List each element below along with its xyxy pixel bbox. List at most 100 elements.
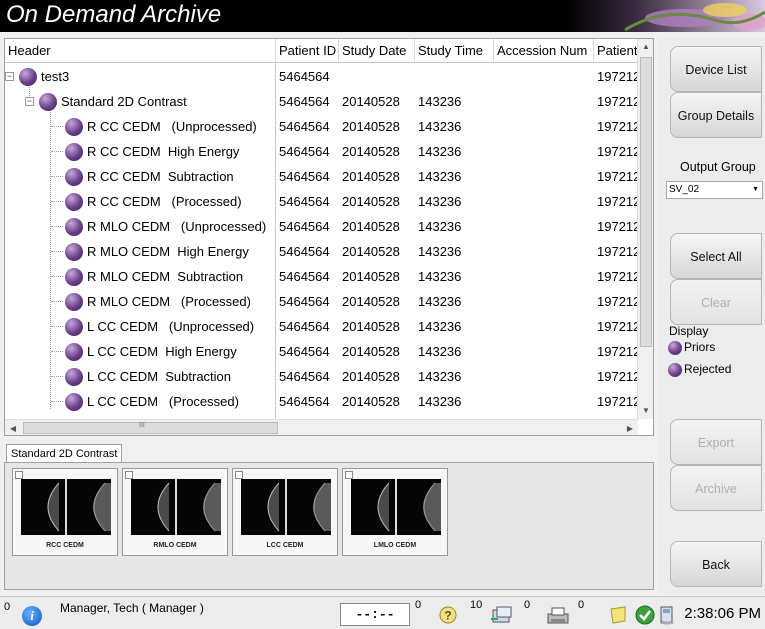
tree-line bbox=[51, 201, 63, 202]
table-row[interactable]: R MLO CEDM (Unprocessed) 5464564 20140528 1… bbox=[5, 214, 638, 239]
priors-radio-icon bbox=[668, 340, 682, 355]
tree-line bbox=[51, 376, 63, 377]
clear-button[interactable]: Clear bbox=[670, 279, 762, 325]
tree-line bbox=[51, 276, 63, 277]
cell-study-time: 143236 bbox=[418, 194, 462, 209]
column-header-study-date[interactable]: Study Date bbox=[339, 39, 415, 63]
vertical-scroll-thumb[interactable] bbox=[640, 57, 652, 347]
row-header-cell[interactable]: L CC CEDM (Processed) bbox=[5, 389, 273, 414]
row-header-cell[interactable]: R MLO CEDM (Unprocessed) bbox=[5, 214, 273, 239]
cell-patient-id: 5464564 bbox=[279, 219, 330, 234]
device-list-button[interactable]: Device List bbox=[670, 46, 762, 92]
thumbnail-card[interactable]: RMLO CEDM bbox=[122, 468, 228, 556]
back-button[interactable]: Back bbox=[670, 541, 762, 587]
output-group-select[interactable]: SV_02 ▼ bbox=[666, 181, 763, 199]
thumbnail-card[interactable]: LCC CEDM bbox=[232, 468, 338, 556]
row-header-cell[interactable]: − Standard 2D Contrast bbox=[5, 89, 273, 114]
tab-standard-2d-contrast[interactable]: Standard 2D Contrast bbox=[6, 444, 123, 462]
help-icon[interactable]: ? bbox=[438, 605, 458, 625]
collapse-icon[interactable]: − bbox=[25, 97, 34, 106]
row-header-cell[interactable]: R CC CEDM (Processed) bbox=[5, 189, 273, 214]
row-header-cell[interactable]: R CC CEDM (Unprocessed) bbox=[5, 114, 273, 139]
study-node-icon bbox=[65, 217, 83, 236]
row-header-cell[interactable]: R MLO CEDM (Processed) bbox=[5, 289, 273, 314]
cell-study-date: 20140528 bbox=[342, 169, 400, 184]
row-header-cell[interactable]: R CC CEDM High Energy bbox=[5, 139, 273, 164]
notes-icon[interactable] bbox=[608, 605, 628, 625]
cell-accession bbox=[494, 364, 594, 389]
table-row[interactable]: L CC CEDM (Unprocessed) 5464564 20140528 14… bbox=[5, 314, 638, 339]
vertical-scrollbar[interactable]: ▲ ▼ bbox=[637, 39, 653, 419]
print-queue-icon[interactable] bbox=[545, 605, 571, 625]
column-header-accession-num[interactable]: Accession Num bbox=[494, 39, 594, 63]
column-header-study-time[interactable]: Study Time bbox=[415, 39, 494, 63]
mammogram-thumbnail-image bbox=[131, 479, 221, 535]
rejected-toggle[interactable]: Rejected bbox=[668, 362, 731, 377]
table-row[interactable]: R MLO CEDM High Energy 5464564 20140528 143… bbox=[5, 239, 638, 264]
cell-patient: 197212 bbox=[597, 119, 638, 134]
row-header-cell[interactable]: R MLO CEDM Subtraction bbox=[5, 264, 273, 289]
thumbnail-checkbox[interactable] bbox=[235, 471, 243, 479]
scroll-down-arrow-icon[interactable]: ▼ bbox=[638, 403, 653, 419]
row-header-cell[interactable]: R MLO CEDM High Energy bbox=[5, 239, 273, 264]
scroll-right-arrow-icon[interactable]: ▶ bbox=[622, 420, 638, 435]
table-row[interactable]: R MLO CEDM (Processed) 5464564 20140528 143… bbox=[5, 289, 638, 314]
table-row[interactable]: R CC CEDM (Processed) 5464564 20140528 1432… bbox=[5, 189, 638, 214]
select-all-button[interactable]: Select All bbox=[670, 233, 762, 279]
info-icon[interactable]: i bbox=[22, 606, 42, 626]
cell-patient: 197212 bbox=[597, 369, 638, 384]
column-header-header[interactable]: Header bbox=[5, 39, 276, 63]
priors-toggle[interactable]: Priors bbox=[668, 340, 715, 355]
cell-study-date: 20140528 bbox=[342, 269, 400, 284]
horizontal-scroll-thumb[interactable]: III bbox=[23, 422, 278, 434]
cell-patient-id: 5464564 bbox=[279, 269, 330, 284]
table-row[interactable]: R CC CEDM Subtraction 5464564 20140528 1432… bbox=[5, 164, 638, 189]
computer-icon[interactable] bbox=[657, 605, 677, 625]
thumbnail-card[interactable]: RCC CEDM bbox=[12, 468, 118, 556]
cell-study-time: 143236 bbox=[418, 269, 462, 284]
export-button[interactable]: Export bbox=[670, 419, 762, 465]
row-header-cell[interactable]: L CC CEDM High Energy bbox=[5, 339, 273, 364]
count-a: 0 bbox=[415, 599, 422, 611]
column-header-patient-id[interactable]: Patient ID bbox=[276, 39, 339, 63]
cell-patient-id: 5464564 bbox=[279, 169, 330, 184]
row-header-cell[interactable]: R CC CEDM Subtraction bbox=[5, 164, 273, 189]
thumbnail-card[interactable]: LMLO CEDM bbox=[342, 468, 448, 556]
scroll-up-arrow-icon[interactable]: ▲ bbox=[638, 39, 653, 55]
table-row[interactable]: L CC CEDM High Energy 5464564 20140528 1432… bbox=[5, 339, 638, 364]
thumbnail-checkbox[interactable] bbox=[15, 471, 23, 479]
system-ok-icon[interactable] bbox=[635, 605, 655, 625]
archive-button[interactable]: Archive bbox=[670, 465, 762, 511]
cell-patient: 197212 bbox=[597, 344, 638, 359]
table-row[interactable]: − test3 5464564 197212 bbox=[5, 64, 638, 89]
study-node-icon bbox=[65, 192, 83, 211]
scroll-left-arrow-icon[interactable]: ◀ bbox=[5, 420, 21, 435]
cell-accession bbox=[494, 139, 594, 164]
row-header-cell[interactable]: L CC CEDM Subtraction bbox=[5, 364, 273, 389]
table-row[interactable]: R CC CEDM (Unprocessed) 5464564 20140528 14… bbox=[5, 114, 638, 139]
cell-accession bbox=[494, 389, 594, 414]
tree-line bbox=[51, 351, 63, 352]
table-row[interactable]: − Standard 2D Contrast 5464564 20140528 1432… bbox=[5, 89, 638, 114]
thumbnail-checkbox[interactable] bbox=[345, 471, 353, 479]
group-details-button[interactable]: Group Details bbox=[670, 92, 762, 138]
column-header-patient[interactable]: Patient bbox=[594, 39, 638, 63]
table-row[interactable]: R CC CEDM High Energy 5464564 20140528 1432… bbox=[5, 139, 638, 164]
row-label: Standard 2D Contrast bbox=[61, 94, 187, 109]
network-queue-icon[interactable] bbox=[490, 605, 516, 625]
cell-study-time: 143236 bbox=[418, 319, 462, 334]
row-label: R CC CEDM High Energy bbox=[87, 144, 240, 159]
study-grid[interactable]: Header Patient ID Study Date Study Time … bbox=[4, 38, 654, 436]
row-header-cell[interactable]: − test3 bbox=[5, 64, 273, 89]
horizontal-scrollbar[interactable]: ◀ III ▶ bbox=[5, 419, 638, 435]
table-row[interactable]: R MLO CEDM Subtraction 5464564 20140528 143… bbox=[5, 264, 638, 289]
cell-accession bbox=[494, 189, 594, 214]
cell-accession bbox=[494, 239, 594, 264]
collapse-icon[interactable]: − bbox=[5, 72, 14, 81]
thumbnail-checkbox[interactable] bbox=[125, 471, 133, 479]
cell-patient: 197212 bbox=[597, 144, 638, 159]
status-bar: 0 i Manager, Tech ( Manager ) --:-- 0 ? … bbox=[0, 596, 765, 629]
table-row[interactable]: L CC CEDM (Processed) 5464564 20140528 1432… bbox=[5, 389, 638, 414]
row-header-cell[interactable]: L CC CEDM (Unprocessed) bbox=[5, 314, 273, 339]
table-row[interactable]: L CC CEDM Subtraction 5464564 20140528 1432… bbox=[5, 364, 638, 389]
